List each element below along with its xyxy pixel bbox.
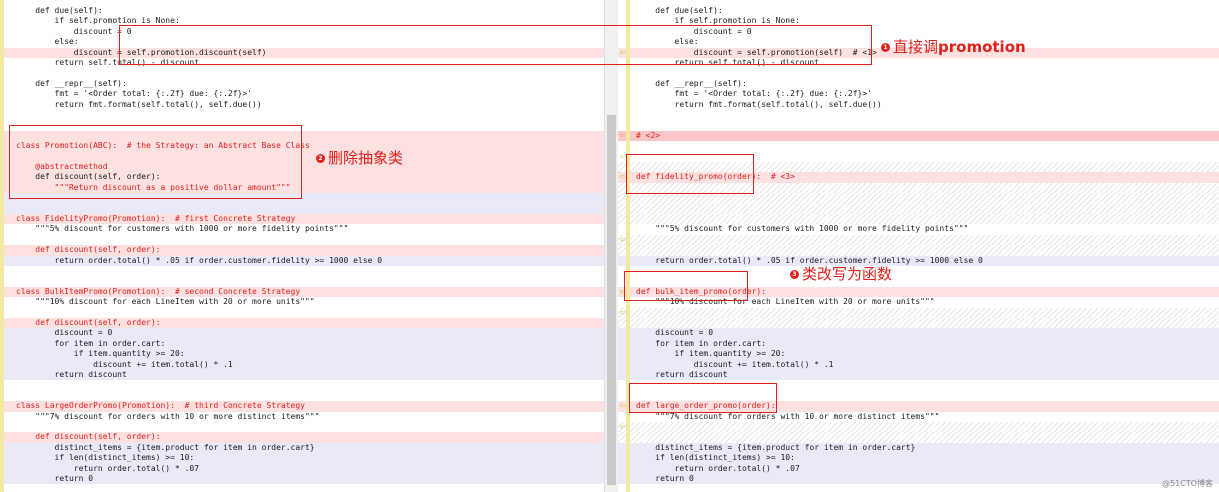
code-line bbox=[618, 307, 1219, 318]
code-line: return 0 bbox=[618, 474, 1219, 485]
merge-arrow-icon[interactable]: ⇦ bbox=[620, 131, 625, 141]
annotation-box-5 bbox=[629, 383, 777, 413]
annotation-number-1: 1 bbox=[881, 43, 890, 52]
code-line: distinct_items = {item.product for item … bbox=[4, 442, 604, 454]
code-line: return order.total() * .05 if order.cust… bbox=[4, 255, 604, 266]
annotation-box-1 bbox=[119, 25, 872, 65]
code-line: """5% discount for customers with 1000 o… bbox=[636, 224, 969, 234]
code-line: def discount(self, order): bbox=[4, 245, 604, 256]
code-line bbox=[618, 203, 1219, 214]
code-line: if item.quantity >= 20: bbox=[4, 349, 604, 360]
code-line bbox=[618, 422, 1219, 433]
merge-arrow-icon[interactable]: ⇦ bbox=[620, 152, 625, 162]
code-line: if len(distinct_items) >= 10: bbox=[4, 453, 604, 464]
merge-arrow-icon[interactable]: ⇦ bbox=[620, 235, 625, 245]
code-line: def due(self): bbox=[16, 6, 103, 15]
code-line: class LargeOrderPromo(Promotion): # thir… bbox=[4, 401, 604, 412]
code-line: """7% discount for orders with 10 or mor… bbox=[636, 411, 940, 421]
code-line: # <2> bbox=[618, 130, 1219, 142]
annotation-number-2: 2 bbox=[316, 154, 325, 163]
code-line bbox=[618, 318, 1219, 329]
code-line: for item in order.cart: bbox=[4, 338, 604, 350]
code-line: return 0 bbox=[4, 474, 604, 485]
annotation-text-1-bold: promotion bbox=[938, 38, 1026, 56]
code-line bbox=[618, 245, 1219, 256]
code-line bbox=[618, 432, 1219, 443]
annotation-text-3: 类改写为函数 bbox=[802, 265, 893, 283]
code-line: distinct_items = {item.product for item … bbox=[618, 442, 1219, 454]
code-line: """7% discount for orders with 10 or mor… bbox=[16, 411, 320, 421]
code-line: for item in order.cart: bbox=[618, 338, 1219, 350]
code-line: discount = 0 bbox=[618, 328, 1219, 339]
code-line: def discount(self, order): bbox=[4, 318, 604, 329]
annotation-label-2: 2 删除抽象类 bbox=[316, 149, 403, 167]
left-scrollbar[interactable] bbox=[604, 0, 618, 492]
code-line: discount = 0 bbox=[4, 328, 604, 339]
annotation-label-1: 1 直接调promotion bbox=[881, 38, 1026, 56]
code-line bbox=[618, 214, 1219, 225]
code-line: """10% discount for each LineItem with 2… bbox=[16, 297, 315, 307]
code-line: return fmt.format(self.total(), self.due… bbox=[636, 99, 882, 109]
code-line: return discount bbox=[618, 370, 1219, 381]
code-line bbox=[618, 234, 1219, 246]
annotation-text-2: 删除抽象类 bbox=[328, 149, 404, 167]
left-scrollbar-thumb[interactable] bbox=[607, 115, 616, 485]
left-diff-pane[interactable]: def due(self): if self.promotion is None… bbox=[0, 0, 604, 492]
merge-arrow-icon[interactable]: ⇦ bbox=[620, 308, 625, 318]
code-line: """5% discount for customers with 1000 o… bbox=[16, 224, 349, 234]
code-line: if len(distinct_items) >= 10: bbox=[618, 453, 1219, 464]
code-line: return discount bbox=[4, 370, 604, 381]
code-line: discount += item.total() * .1 bbox=[618, 359, 1219, 370]
code-line: fmt = '<Order total: {:.2f} due: {:.2f}>… bbox=[636, 89, 873, 99]
right-gutter-bar bbox=[626, 0, 630, 492]
code-line: class FidelityPromo(Promotion): # first … bbox=[4, 214, 604, 225]
code-line: def discount(self, order): bbox=[4, 432, 604, 443]
code-line: def __repr__(self): bbox=[16, 78, 127, 88]
code-line: return fmt.format(self.total(), self.due… bbox=[16, 99, 262, 109]
watermark: @51CTO博客 bbox=[1162, 479, 1213, 488]
annotation-box-2 bbox=[9, 125, 302, 199]
code-line: discount += item.total() * .1 bbox=[4, 359, 604, 370]
code-line: return order.total() * .05 if order.cust… bbox=[618, 255, 1219, 266]
code-line: def due(self): bbox=[636, 6, 723, 15]
merge-arrow-icon[interactable]: ⇦ bbox=[620, 422, 625, 432]
code-line: return order.total() * .07 bbox=[618, 463, 1219, 474]
annotation-box-3 bbox=[626, 154, 754, 194]
code-line: if item.quantity >= 20: bbox=[618, 349, 1219, 360]
annotation-box-4 bbox=[624, 271, 748, 301]
right-diff-pane[interactable]: def due(self): if self.promotion is None… bbox=[618, 0, 1219, 492]
merge-arrow-icon[interactable]: ⇦ bbox=[620, 401, 625, 411]
annotation-label-3: 3 类改写为函数 bbox=[790, 265, 892, 283]
code-line: return order.total() * .07 bbox=[4, 463, 604, 474]
code-line: def __repr__(self): bbox=[636, 78, 747, 88]
code-line: class BulkItemPromo(Promotion): # second… bbox=[4, 286, 604, 298]
code-line bbox=[618, 193, 1219, 204]
annotation-text-1: 直接调 bbox=[893, 38, 939, 56]
annotation-number-3: 3 bbox=[790, 270, 799, 279]
merge-arrow-icon[interactable]: ⇦ bbox=[620, 172, 625, 182]
code-line bbox=[4, 203, 604, 214]
code-line: fmt = '<Order total: {:.2f} due: {:.2f}>… bbox=[16, 89, 253, 99]
